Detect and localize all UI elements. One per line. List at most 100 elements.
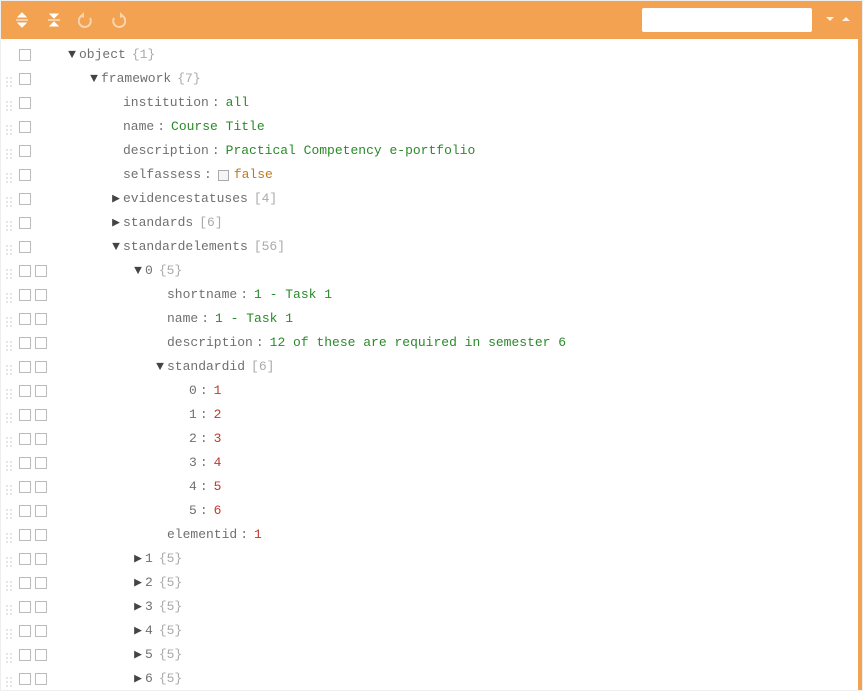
search-box [642,8,812,32]
redo-button[interactable] [105,7,131,33]
node-meta: {5} [159,571,182,595]
node-key: evidencestatuses [123,187,248,211]
node-key: 0 [145,259,153,283]
node-value: 4 [214,451,222,475]
node-key: 4 [189,475,197,499]
node-meta: {5} [159,667,182,690]
collapse-all-button[interactable] [41,7,67,33]
node-meta: [56] [254,235,285,259]
tree-row-framework[interactable]: ▼ framework {7} [1,67,858,91]
tree-row-shortname[interactable]: shortname : 1 - Task 1 [1,283,858,307]
node-meta: {5} [159,595,182,619]
search-prev-icon[interactable] [840,13,854,27]
search-input[interactable] [654,12,813,28]
toggle-icon[interactable]: ▶ [109,187,123,211]
node-meta: [6] [251,355,274,379]
node-key: name [167,307,198,331]
tree-row-standards[interactable]: ▶ standards [6] [1,211,858,235]
node-meta: {1} [132,43,155,67]
node-meta: {5} [159,643,182,667]
node-key: institution [123,91,209,115]
node-key: shortname [167,283,237,307]
tree-row-se-collapsed[interactable]: ▶ 5 {5} [1,643,858,667]
tree-row-standardid-item[interactable]: 4 : 5 [1,475,858,499]
toggle-icon[interactable]: ▶ [131,619,145,643]
node-meta: [4] [254,187,277,211]
node-meta: [6] [199,211,222,235]
bool-checkbox-icon[interactable] [218,170,229,181]
node-key: 1 [145,547,153,571]
tree-row-standardelements[interactable]: ▼ standardelements [56] [1,235,858,259]
tree-row-root[interactable]: ▼ object {1} [1,43,858,67]
tree-row-se-collapsed[interactable]: ▶ 6 {5} [1,667,858,690]
node-value: 6 [214,499,222,523]
node-key: name [123,115,154,139]
node-value: 5 [214,475,222,499]
tree-row-selfassess[interactable]: selfassess : false [1,163,858,187]
tree-row-standardid[interactable]: ▼ standardid [6] [1,355,858,379]
tree-row-se0-description[interactable]: description : 12 of these are required i… [1,331,858,355]
undo-button[interactable] [73,7,99,33]
node-key: 6 [145,667,153,690]
node-value: 1 - Task 1 [215,307,293,331]
node-key: 0 [189,379,197,403]
tree-row-se-collapsed[interactable]: ▶ 1 {5} [1,547,858,571]
toggle-icon[interactable]: ▶ [109,211,123,235]
tree-row-se-collapsed[interactable]: ▶ 4 {5} [1,619,858,643]
node-key: 1 [189,403,197,427]
node-value: 2 [214,403,222,427]
node-value: 12 of these are required in semester 6 [270,331,566,355]
toggle-icon[interactable]: ▼ [65,43,79,67]
tree-view[interactable]: ▼ object {1} ▼ framework {7} institution… [1,39,858,690]
node-meta: {5} [159,547,182,571]
toggle-icon[interactable]: ▼ [153,355,167,379]
tree-row-standardid-item[interactable]: 2 : 3 [1,427,858,451]
tree-row-evidencestatuses[interactable]: ▶ evidencestatuses [4] [1,187,858,211]
expand-all-button[interactable] [9,7,35,33]
toggle-icon[interactable]: ▶ [131,595,145,619]
tree-row-standardid-item[interactable]: 5 : 6 [1,499,858,523]
tree-row-standardid-item[interactable]: 0 : 1 [1,379,858,403]
tree-row-institution[interactable]: institution : all [1,91,858,115]
toggle-icon[interactable]: ▶ [131,643,145,667]
tree-row-description[interactable]: description : Practical Competency e-por… [1,139,858,163]
node-key: framework [101,67,171,91]
node-key: description [167,331,253,355]
toggle-icon[interactable]: ▼ [109,235,123,259]
tree-row-se-0[interactable]: ▼ 0 {5} [1,259,858,283]
node-key: 3 [145,595,153,619]
node-value: 1 [214,379,222,403]
node-key: 5 [145,643,153,667]
node-key: 2 [189,427,197,451]
tree-row-se0-name[interactable]: name : 1 - Task 1 [1,307,858,331]
node-key: elementid [167,523,237,547]
node-value: 3 [214,427,222,451]
node-key: description [123,139,209,163]
node-key: object [79,43,126,67]
right-edge-accent [858,39,862,690]
toggle-icon[interactable]: ▼ [131,259,145,283]
tree-row-standardid-item[interactable]: 3 : 4 [1,451,858,475]
toggle-icon[interactable]: ▶ [131,571,145,595]
tree-row-se-collapsed[interactable]: ▶ 2 {5} [1,571,858,595]
toggle-icon[interactable]: ▼ [87,67,101,91]
tree-row-elementid[interactable]: elementid : 1 [1,523,858,547]
toggle-icon[interactable]: ▶ [131,547,145,571]
node-key: 5 [189,499,197,523]
node-key: standardelements [123,235,248,259]
tree-row-se-collapsed[interactable]: ▶ 3 {5} [1,595,858,619]
node-meta: {7} [177,67,200,91]
node-value: 1 - Task 1 [254,283,332,307]
tree-row-name[interactable]: name : Course Title [1,115,858,139]
tree-row-standardid-item[interactable]: 1 : 2 [1,403,858,427]
search-next-icon[interactable] [824,13,838,27]
node-key: 4 [145,619,153,643]
node-key: 2 [145,571,153,595]
node-key: standardid [167,355,245,379]
node-value: false [234,163,273,187]
content-area: ▼ object {1} ▼ framework {7} institution… [1,39,862,690]
node-key: selfassess [123,163,201,187]
toggle-icon[interactable]: ▶ [131,667,145,690]
node-value: Practical Competency e-portfolio [226,139,476,163]
json-editor-app: ▼ object {1} ▼ framework {7} institution… [0,0,863,691]
